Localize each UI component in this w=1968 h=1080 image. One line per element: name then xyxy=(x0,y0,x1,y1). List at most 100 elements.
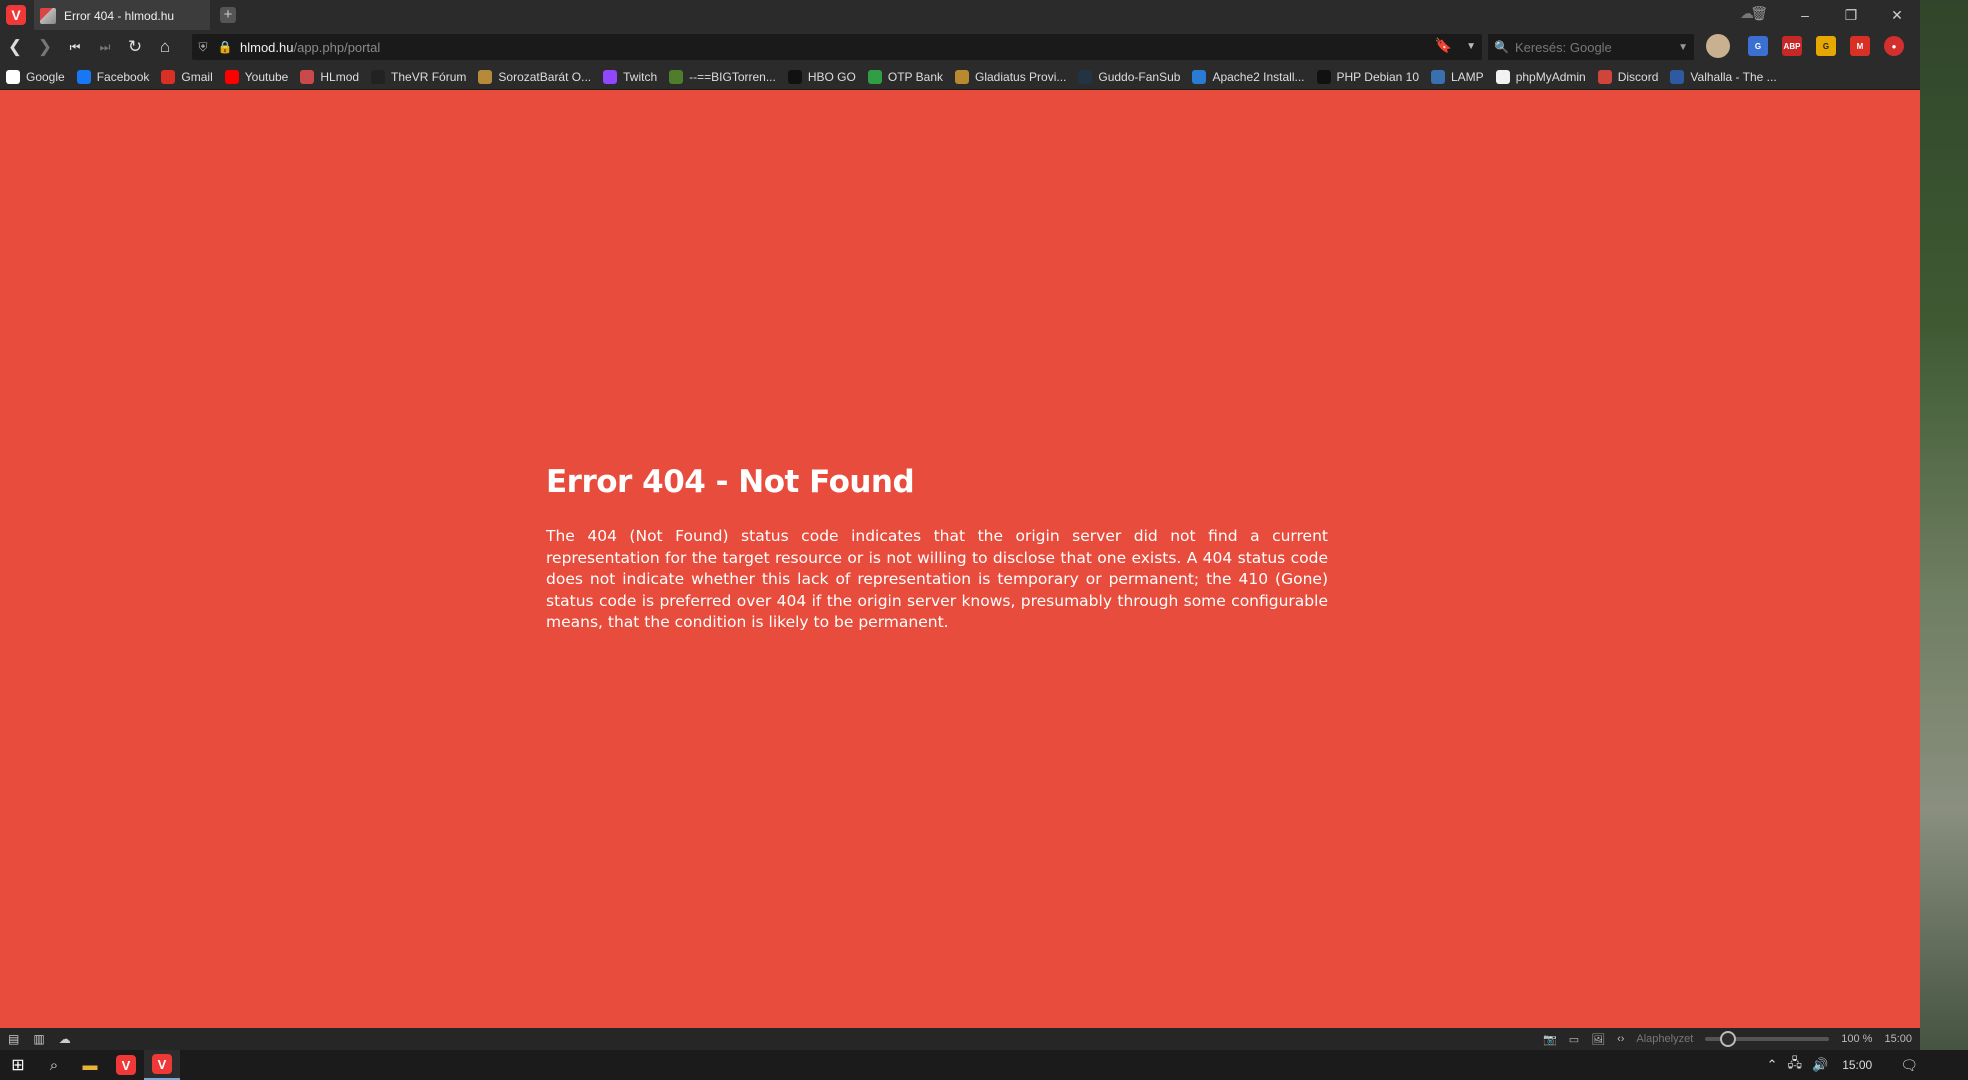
bookmark-favicon-icon xyxy=(603,69,618,84)
images-icon[interactable]: 🖼 xyxy=(1591,1033,1605,1046)
bookmark-label: TheVR Fórum xyxy=(391,69,467,84)
bookmark-favicon-icon xyxy=(371,69,386,84)
taskbar: ⊞ ⌕ ▬ V V ⌃ 🖧 🔊 15:00 🗨 xyxy=(0,1050,1968,1080)
bookmark-label: Guddo-FanSub xyxy=(1098,69,1181,84)
bookmark-label: LAMP xyxy=(1451,69,1484,84)
bookmarks-bar: Google Facebook Gmail Youtube HLmod TheVR Fór… xyxy=(0,64,1920,90)
panel-toggle-icon[interactable]: ▤ xyxy=(8,1032,19,1046)
vivaldi-taskbar-active-icon[interactable]: V xyxy=(144,1050,180,1080)
bookmark-favicon-icon xyxy=(478,69,493,84)
bookmark-item[interactable]: HBO GO xyxy=(787,69,856,84)
chevron-down-icon[interactable]: ▼ xyxy=(1466,37,1476,57)
zoom-slider-knob[interactable] xyxy=(1719,1031,1736,1047)
bookmark-item[interactable]: Discord xyxy=(1597,69,1659,84)
bookmark-favicon-icon xyxy=(955,69,969,84)
bookmark-item[interactable]: phpMyAdmin xyxy=(1495,69,1586,84)
bookmark-label: PHP Debian 10 xyxy=(1336,69,1420,84)
bookmark-item[interactable]: Gmail xyxy=(161,69,213,84)
shield-icon[interactable]: ⛨ xyxy=(192,40,214,55)
bookmark-favicon-icon xyxy=(1597,69,1612,84)
search-engine-dropdown-icon[interactable]: ▼ xyxy=(1678,42,1688,53)
bookmark-favicon-icon xyxy=(300,69,315,84)
notifications-icon[interactable]: 🗨 xyxy=(1900,1057,1918,1074)
bookmark-favicon-icon xyxy=(1495,69,1510,84)
tab-tiling-icon[interactable]: ▥ xyxy=(33,1032,44,1046)
system-tray: ⌃ 🖧 🔊 15:00 🗨 xyxy=(1767,1050,1918,1080)
close-button[interactable]: ✕ xyxy=(1874,7,1920,24)
bookmark-favicon-icon xyxy=(1078,69,1093,84)
bookmark-item[interactable]: --==BIGTorren... xyxy=(669,69,776,84)
bookmark-label: Twitch xyxy=(623,69,658,84)
bookmark-favicon-icon xyxy=(1670,69,1685,84)
chevron-up-icon[interactable]: ⌃ xyxy=(1767,1057,1778,1073)
fast-forward-button[interactable]: ⏭ xyxy=(90,30,120,64)
bookmark-item[interactable]: Valhalla - The ... xyxy=(1670,69,1777,84)
vivaldi-menu-icon[interactable]: V xyxy=(6,5,26,25)
page-actions-icon[interactable]: ‹› xyxy=(1617,1033,1624,1045)
network-icon[interactable]: 🖧 xyxy=(1788,1054,1803,1076)
search-icon: 🔍 xyxy=(1494,40,1509,54)
volume-icon[interactable]: 🔊 xyxy=(1812,1057,1828,1073)
translate-extension-icon[interactable]: G xyxy=(1748,36,1768,56)
tiling-icon[interactable]: ▭ xyxy=(1569,1033,1579,1046)
tab-title: Error 404 - hlmod.hu xyxy=(64,9,175,23)
reload-button[interactable]: ↻ xyxy=(120,30,150,64)
profile-avatar[interactable] xyxy=(1706,34,1730,58)
bookmark-label: Youtube xyxy=(244,69,289,84)
error-description: The 404 (Not Found) status code indicate… xyxy=(546,527,1328,631)
url-domain: hlmod.hu xyxy=(240,39,294,55)
bookmark-item[interactable]: Twitch xyxy=(603,69,658,84)
search-field[interactable]: 🔍 Keresés: Google ▼ xyxy=(1488,34,1694,60)
bookmark-item[interactable]: TheVR Fórum xyxy=(371,69,467,84)
bookmark-item[interactable]: OTP Bank xyxy=(867,69,943,84)
record-extension-icon[interactable]: ● xyxy=(1884,36,1904,56)
minimize-button[interactable]: – xyxy=(1782,7,1828,23)
bookmark-item[interactable]: Youtube xyxy=(224,69,289,84)
zoom-reset-button[interactable]: Alaphelyzet xyxy=(1636,1033,1693,1045)
start-button[interactable]: ⊞ xyxy=(0,1050,36,1080)
restore-button[interactable]: ❐ xyxy=(1828,7,1874,24)
bookmark-icon[interactable]: 🔖 xyxy=(1435,37,1452,57)
status-bar: ▤ ▥ ☁ 📷 ▭ 🖼 ‹› Alaphelyzet 100 % 15:00 xyxy=(0,1028,1920,1050)
bookmark-favicon-icon xyxy=(161,69,176,84)
forward-button[interactable]: ❯ xyxy=(30,30,60,64)
trash-icon[interactable]: 🗑 xyxy=(1750,5,1768,22)
capture-icon[interactable]: 📷 xyxy=(1543,1033,1557,1046)
zoom-slider[interactable] xyxy=(1705,1031,1830,1047)
vivaldi-taskbar-icon[interactable]: V xyxy=(108,1050,144,1080)
bookmark-label: OTP Bank xyxy=(887,69,943,84)
file-explorer-icon[interactable]: ▬ xyxy=(72,1050,108,1080)
back-button[interactable]: ❮ xyxy=(0,30,30,64)
zoom-level: 100 % xyxy=(1841,1033,1873,1045)
tab-active[interactable]: Error 404 - hlmod.hu xyxy=(34,0,210,30)
new-tab-button[interactable]: + xyxy=(220,7,236,23)
bookmark-favicon-icon xyxy=(1192,69,1207,84)
bookmark-item[interactable]: Google xyxy=(6,69,65,84)
sync-cloud-icon[interactable]: ☁ xyxy=(59,1032,71,1046)
bookmark-label: HLmod xyxy=(320,69,360,84)
web-page: Error 404 - Not Found The 404 (Not Found… xyxy=(0,90,1920,1028)
bookmark-label: Valhalla - The ... xyxy=(1690,69,1777,84)
search-icon[interactable]: ⌕ xyxy=(36,1050,72,1080)
bookmark-item[interactable]: Gladiatus Provi... xyxy=(955,69,1066,84)
bookmark-item[interactable]: LAMP xyxy=(1431,69,1484,84)
address-bar[interactable]: ⛨ 🔒 hlmod.hu /app.php/portal 🔖 ▼ xyxy=(192,34,1482,60)
bookmark-item[interactable]: Guddo-FanSub xyxy=(1078,69,1181,84)
home-button[interactable]: ⌂ xyxy=(150,30,180,64)
gmail-extension-icon[interactable]: M xyxy=(1850,36,1870,56)
bookmark-item[interactable]: Facebook xyxy=(76,69,149,84)
taskbar-clock[interactable]: 15:00 xyxy=(1842,1058,1872,1072)
bookmark-favicon-icon xyxy=(1431,69,1445,84)
bookmark-item[interactable]: HLmod xyxy=(300,69,360,84)
bookmark-favicon-icon xyxy=(669,69,684,84)
rewind-button[interactable]: ⏮ xyxy=(60,30,90,64)
lock-icon[interactable]: 🔒 xyxy=(214,40,236,54)
url-path: /app.php/portal xyxy=(293,39,381,55)
bookmark-label: Discord xyxy=(1617,69,1659,84)
grammar-extension-icon[interactable]: G xyxy=(1816,36,1836,56)
bookmark-item[interactable]: SorozatBarát O... xyxy=(478,69,591,84)
bookmark-item[interactable]: PHP Debian 10 xyxy=(1316,69,1420,84)
hlmod-favicon-icon xyxy=(40,8,56,24)
bookmark-item[interactable]: Apache2 Install... xyxy=(1192,69,1305,84)
adblock-extension-icon[interactable]: ABP xyxy=(1782,36,1802,56)
